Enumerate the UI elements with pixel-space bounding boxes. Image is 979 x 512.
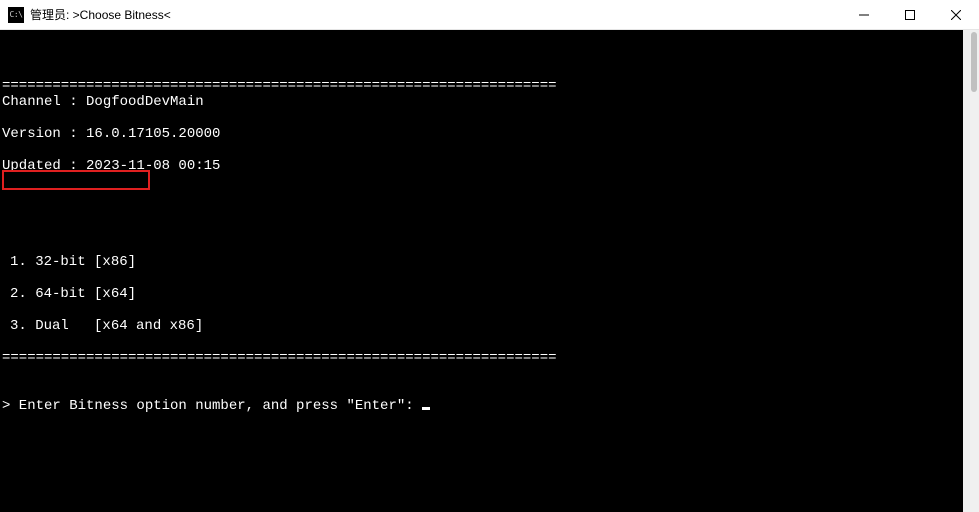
updated-line: Updated : 2023-11-08 00:15 — [2, 158, 977, 174]
blank-line — [2, 366, 977, 382]
close-button[interactable] — [933, 0, 979, 29]
window-controls — [841, 0, 979, 29]
version-line: Version : 16.0.17105.20000 — [2, 126, 977, 142]
titlebar: C:\ 管理员: >Choose Bitness< — [0, 0, 979, 30]
prompt-line: > Enter Bitness option number, and press… — [2, 398, 977, 414]
scrollbar-thumb[interactable] — [971, 32, 977, 92]
maximize-button[interactable] — [887, 0, 933, 29]
blank-line — [2, 190, 977, 206]
window-title: 管理员: >Choose Bitness< — [30, 6, 841, 23]
option-dual: 3. Dual [x64 and x86] — [2, 318, 977, 334]
terminal-area[interactable]: ========================================… — [0, 30, 979, 512]
divider-bottom: ========================================… — [2, 350, 557, 366]
cmd-icon: C:\ — [8, 7, 24, 23]
prompt-text: > Enter Bitness option number, and press… — [2, 398, 422, 414]
option-32bit: 1. 32-bit [x86] — [2, 254, 977, 270]
option-64bit: 2. 64-bit [x64] — [2, 286, 977, 302]
cursor — [422, 407, 430, 410]
scrollbar[interactable] — [963, 30, 979, 512]
divider-top: ========================================… — [2, 78, 557, 94]
channel-line: Channel : DogfoodDevMain — [2, 94, 977, 110]
terminal-content: ========================================… — [0, 62, 979, 446]
blank-line — [2, 222, 977, 238]
minimize-button[interactable] — [841, 0, 887, 29]
